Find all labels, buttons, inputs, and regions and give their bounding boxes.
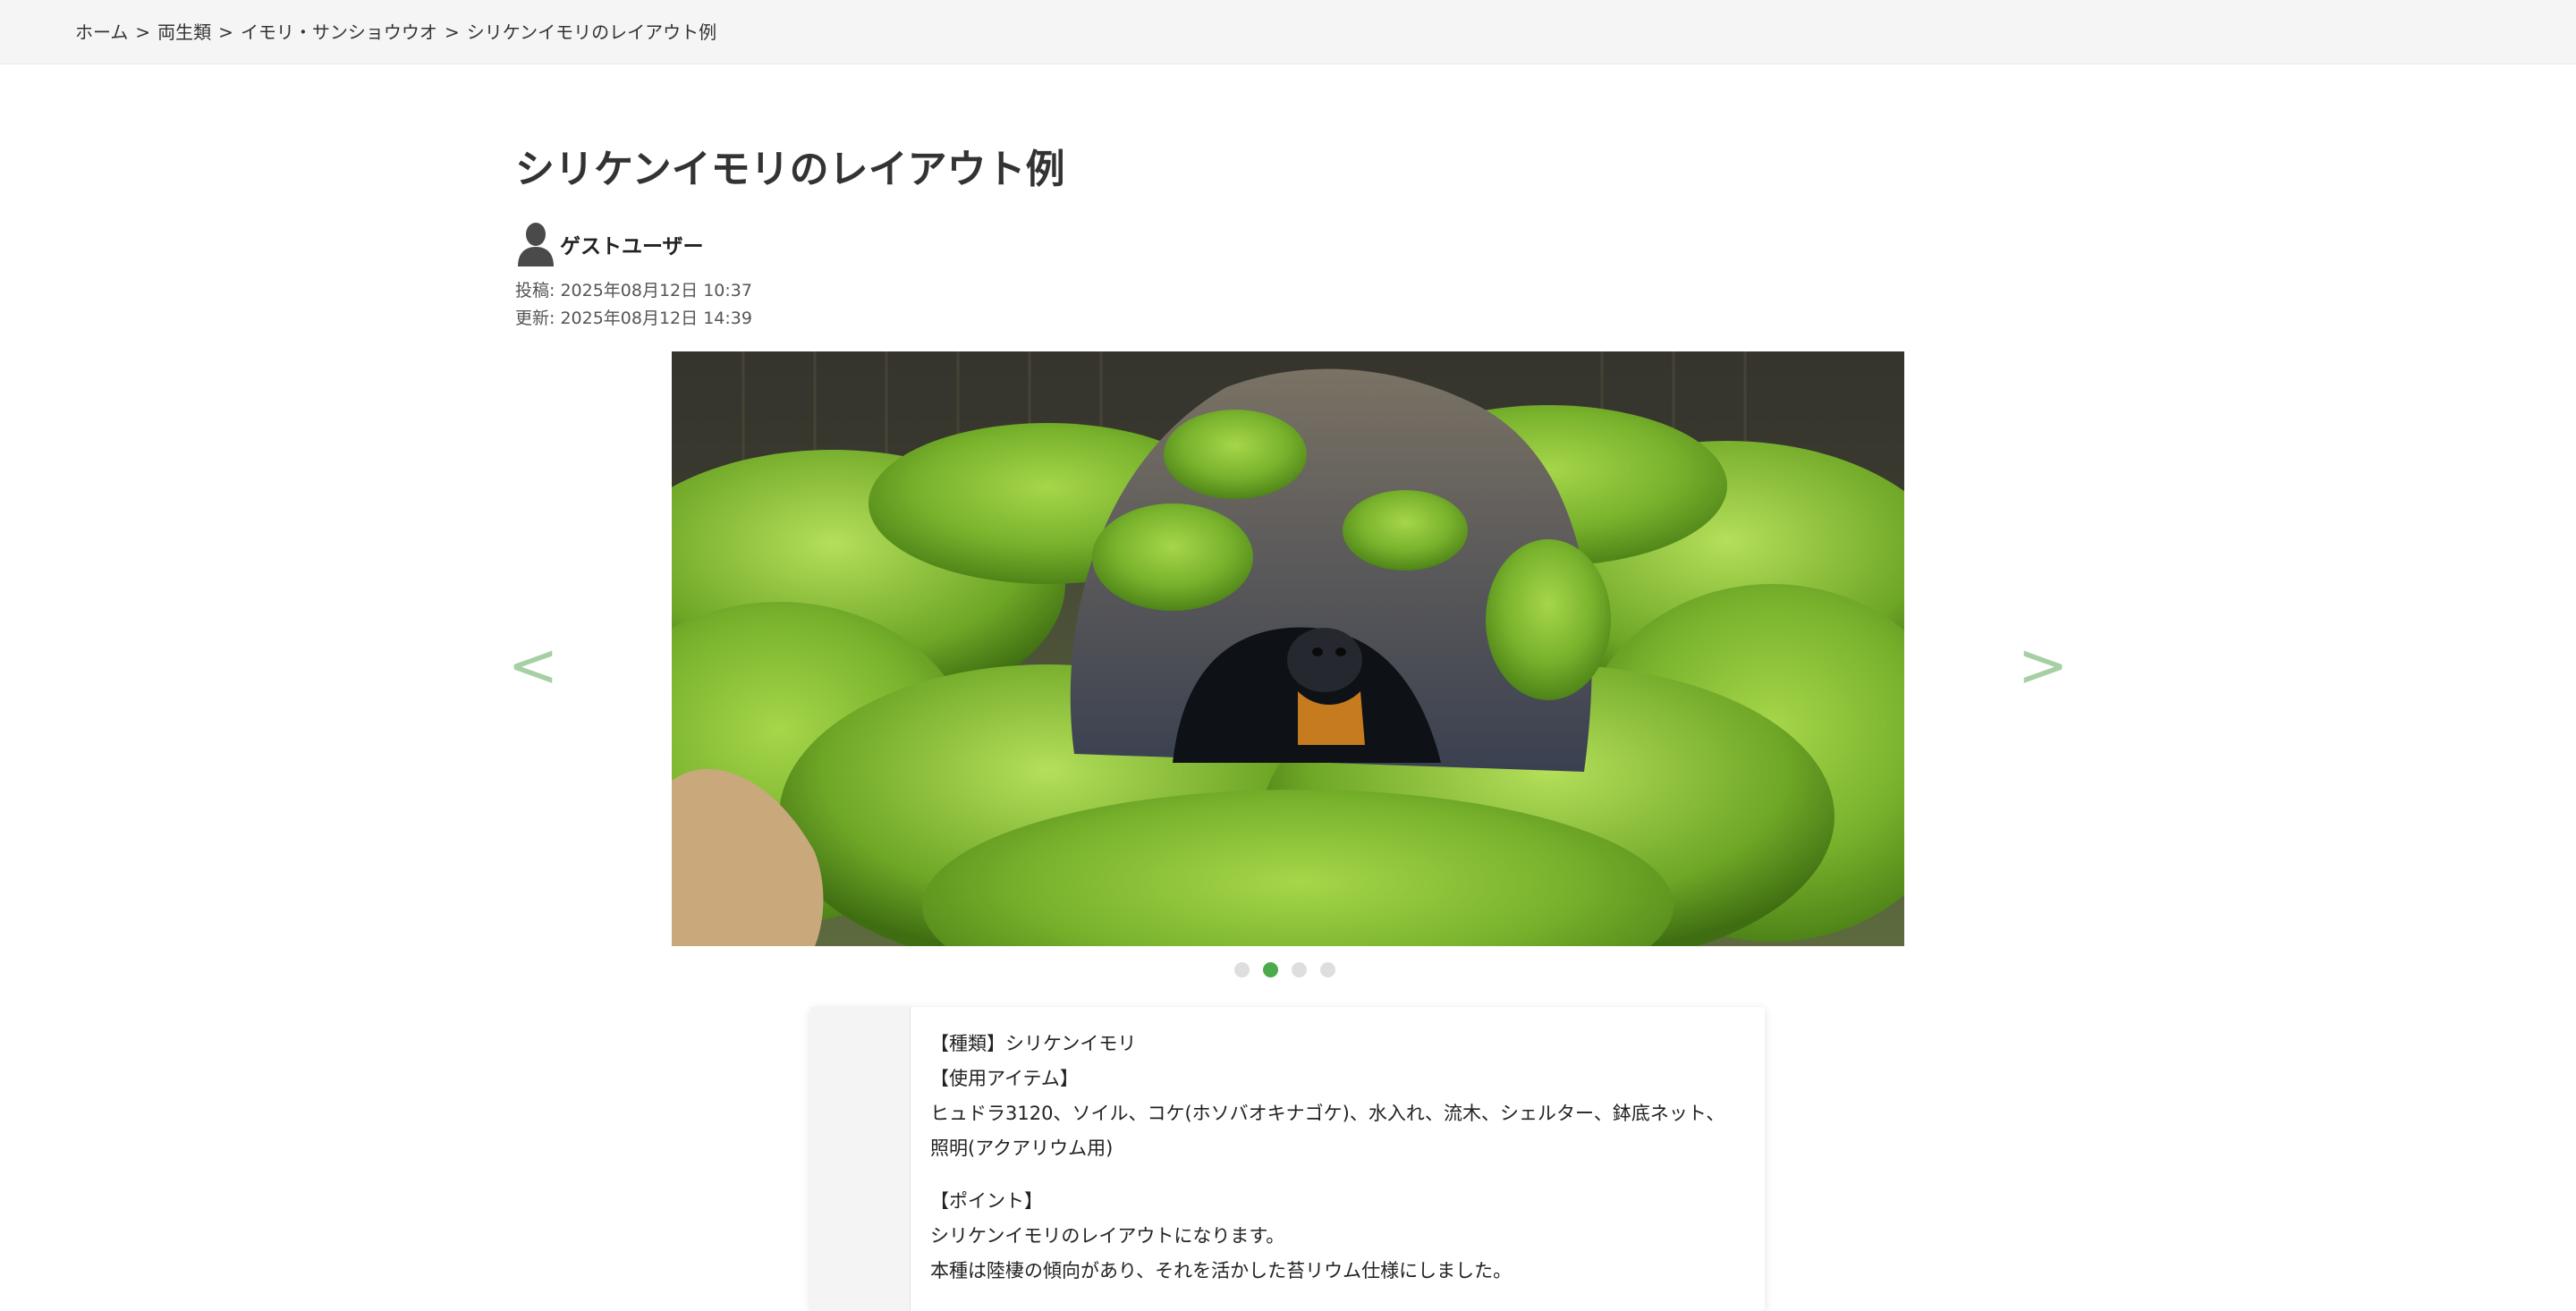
description-line: 【使用アイテム】 [930,1068,1079,1089]
breadcrumb-separator: > [218,21,233,43]
breadcrumb-separator: > [135,21,151,43]
carousel-dot-3[interactable] [1292,961,1307,977]
description-line: 照明(アクアリウム用) [930,1138,1114,1159]
user-avatar-icon[interactable] [515,222,556,266]
description-line: 【種類】シリケンイモリ [930,1033,1137,1054]
carousel-indicators [1234,960,1349,978]
newt-in-moss-terrarium-photo [672,351,1904,946]
breadcrumb-current: シリケンイモリのレイアウト例 [466,21,717,43]
carousel-next-button[interactable]: > [2016,626,2070,706]
description-line: シリケンイモリのレイアウトになります。 [930,1225,1285,1247]
breadcrumb: ホーム > 両生類 > イモリ・サンショウウオ > シリケンイモリのレイアウト例 [75,20,716,45]
breadcrumb-bar: ホーム > 両生類 > イモリ・サンショウウオ > シリケンイモリのレイアウト例 [0,0,2576,64]
breadcrumb-newts-salamanders[interactable]: イモリ・サンショウウオ [241,21,437,43]
updated-date: 更新: 2025年08月12日 14:39 [515,309,752,328]
author[interactable]: ゲストユーザー [515,222,704,266]
carousel-dot-4[interactable] [1320,961,1335,977]
breadcrumb-separator: > [444,21,460,43]
description-text: 【種類】シリケンイモリ 【使用アイテム】 ヒュドラ3120、ソイル、コケ(ホソバ… [930,1027,1735,1289]
carousel-dot-1[interactable] [1234,961,1250,977]
carousel-image[interactable] [672,351,1904,946]
posted-date: 投稿: 2025年08月12日 10:37 [515,281,752,300]
carousel-prev-button[interactable]: < [506,626,560,706]
breadcrumb-amphibians[interactable]: 両生類 [157,21,211,43]
description-line: 本種は陸棲の傾向があり、それを活かした苔リウム仕様にしました。 [930,1260,1513,1281]
description-card: 【種類】シリケンイモリ 【使用アイテム】 ヒュドラ3120、ソイル、コケ(ホソバ… [810,1007,1765,1311]
description-sidebar [810,1007,911,1311]
description-line: ヒュドラ3120、ソイル、コケ(ホソバオキナゴケ)、水入れ、流木、シェルター、鉢… [930,1103,1725,1124]
page-title: シリケンイモリのレイアウト例 [515,147,1065,192]
description-line: 【ポイント】 [930,1190,1043,1212]
author-name[interactable]: ゲストユーザー [560,229,704,259]
carousel-dot-2-active[interactable] [1263,961,1278,977]
breadcrumb-home[interactable]: ホーム [75,21,128,43]
post-meta: 投稿: 2025年08月12日 10:37 更新: 2025年08月12日 14… [515,277,752,333]
